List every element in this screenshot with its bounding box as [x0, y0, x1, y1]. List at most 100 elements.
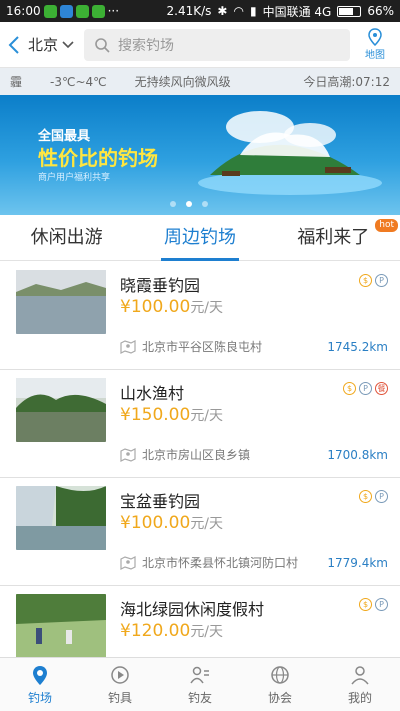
- globe-icon: [271, 665, 289, 684]
- app-notification-icon: [59, 4, 73, 18]
- map-location-icon: [120, 555, 136, 570]
- banner-dot[interactable]: [202, 201, 208, 207]
- top-header: 北京 搜索钓场 地图: [0, 22, 400, 68]
- category-tabs: 休闲出游 周边钓场 福利来了 hot: [0, 215, 400, 261]
- carrier: 中国联通 4G: [262, 4, 332, 19]
- spot-card[interactable]: 晓霞垂钓园 ¥100.00元/天 $ P 北京市平谷区陈良屯村 1745.2km: [0, 262, 400, 370]
- price-value: ¥150.00: [120, 405, 191, 425]
- banner-headline: 性价比的钓场: [38, 146, 158, 170]
- spot-card[interactable]: 海北绿园休闲度假村 ¥120.00元/天 $ P: [0, 586, 400, 657]
- city-label: 北京: [28, 36, 59, 54]
- friends-icon: [190, 666, 209, 683]
- hot-badge: hot: [375, 219, 398, 232]
- facility-badges: $ P: [359, 598, 388, 611]
- user-icon: [351, 665, 369, 684]
- facility-badge-icon: P: [359, 382, 372, 395]
- spot-card[interactable]: 山水渔村 ¥150.00元/天 $ P 餐北京市房山区良乡镇 1700.8km: [0, 370, 400, 478]
- facility-badge-icon: P: [375, 274, 388, 287]
- signal-icon: ▮: [249, 4, 257, 18]
- nav-item-3[interactable]: 协会: [240, 658, 320, 711]
- facility-badge-icon: $: [343, 382, 356, 395]
- nav-item-0[interactable]: 钓场: [0, 658, 80, 711]
- facility-badge-icon: $: [359, 598, 372, 611]
- nav-label: 钓具: [107, 690, 132, 705]
- tab-2[interactable]: 福利来了 hot: [267, 215, 400, 260]
- search-input[interactable]: 搜索钓场: [84, 28, 350, 61]
- facility-badges: $ P 餐: [343, 382, 388, 395]
- bottom-nav: 钓场 钓具 钓友 协会 我的: [0, 657, 400, 711]
- wechat-notification-icon: [43, 4, 57, 18]
- tab-label: 福利来了: [297, 227, 370, 248]
- price-value: ¥120.00: [120, 621, 191, 641]
- battery-icon: [337, 5, 362, 17]
- location-pin-icon: [33, 665, 47, 685]
- facility-badge-icon: P: [375, 490, 388, 503]
- facility-badge-icon: $: [359, 274, 372, 287]
- spot-photo: [16, 594, 106, 657]
- spot-name: 晓霞垂钓园: [120, 276, 201, 295]
- chat-notification-icon: [91, 4, 105, 18]
- nav-item-2[interactable]: 钓友: [160, 658, 240, 711]
- spot-price: ¥150.00元/天: [120, 405, 223, 425]
- spot-name: 海北绿园休闲度假村: [120, 600, 265, 619]
- spot-address: 北京市平谷区陈良屯村: [142, 340, 263, 354]
- facility-badges: $ P: [359, 274, 388, 287]
- banner-dot[interactable]: [186, 201, 192, 207]
- tab-label: 周边钓场: [163, 227, 236, 248]
- map-pin-icon: [368, 28, 382, 46]
- nav-label: 协会: [267, 690, 292, 705]
- network-speed: 2.41K/s: [166, 4, 212, 18]
- nav-item-1[interactable]: 钓具: [80, 658, 160, 711]
- wifi-icon: ◠: [233, 4, 244, 18]
- bluetooth-icon: ✱: [217, 4, 228, 18]
- weather-wind: 无持续风向微风级: [134, 75, 231, 89]
- spot-name: 山水渔村: [120, 384, 185, 403]
- nav-label: 钓场: [27, 690, 52, 705]
- search-placeholder: 搜索钓场: [118, 37, 175, 54]
- facility-badge-icon: P: [375, 598, 388, 611]
- map-location-icon: [120, 447, 136, 462]
- tab-label: 休闲出游: [30, 227, 103, 248]
- weather-bar: 霾 -3℃~4℃ 无持续风向微风级 今日高潮:07:12: [0, 68, 400, 95]
- banner-line3: 商户用户福利共享: [38, 173, 111, 183]
- nav-label: 钓友: [187, 690, 212, 705]
- banner-dot[interactable]: [170, 201, 176, 207]
- spot-address-row: 北京市平谷区陈良屯村: [120, 338, 262, 355]
- tide-time: 今日高潮:07:12: [303, 75, 390, 89]
- city-selector[interactable]: 北京: [28, 34, 74, 55]
- map-location-icon: [120, 339, 136, 354]
- spot-name: 宝盆垂钓园: [120, 492, 201, 511]
- fishing-gear-icon: [111, 665, 129, 684]
- tab-1[interactable]: 周边钓场: [133, 215, 266, 261]
- map-label: 地图: [365, 50, 385, 61]
- spot-distance: 1779.4km: [327, 556, 388, 570]
- banner-pagination: [170, 201, 208, 207]
- spot-address: 北京市房山区良乡镇: [142, 448, 251, 462]
- facility-badge-icon: 餐: [375, 382, 388, 395]
- fishing-spot-list: 晓霞垂钓园 ¥100.00元/天 $ P 北京市平谷区陈良屯村 1745.2km 山水渔村 ¥…: [0, 262, 400, 657]
- spot-photo: [16, 486, 106, 550]
- price-unit: 元/天: [190, 300, 224, 316]
- back-button[interactable]: [0, 35, 28, 55]
- spot-address-row: 北京市怀柔县怀北镇河防口村: [120, 554, 298, 571]
- nav-label: 我的: [347, 690, 372, 705]
- tab-0[interactable]: 休闲出游: [0, 215, 133, 260]
- weather-condition: 霾: [10, 75, 23, 89]
- promo-banner[interactable]: 全国最具 性价比的钓场 商户用户福利共享: [0, 95, 400, 215]
- price-unit: 元/天: [190, 624, 224, 640]
- spot-photo: [16, 378, 106, 442]
- price-value: ¥100.00: [120, 297, 191, 317]
- map-button[interactable]: 地图: [350, 28, 400, 61]
- spot-address: 北京市怀柔县怀北镇河防口村: [142, 556, 299, 570]
- spot-card[interactable]: 宝盆垂钓园 ¥100.00元/天 $ P 北京市怀柔县怀北镇河防口村 1779.4km: [0, 478, 400, 586]
- search-icon: [95, 37, 110, 53]
- nav-item-4[interactable]: 我的: [320, 658, 400, 711]
- facility-badge-icon: $: [359, 490, 372, 503]
- status-bar: 16:00 ··· 2.41K/s ✱ ◠ ▮ 中国联通 4G 66%: [0, 0, 400, 22]
- spot-price: ¥100.00元/天: [120, 513, 223, 533]
- spot-distance: 1745.2km: [327, 340, 388, 354]
- spot-photo: [16, 270, 106, 334]
- battery-level: 66%: [367, 4, 394, 18]
- spot-price: ¥100.00元/天: [120, 297, 223, 317]
- weather-temperature: -3℃~4℃: [50, 74, 107, 89]
